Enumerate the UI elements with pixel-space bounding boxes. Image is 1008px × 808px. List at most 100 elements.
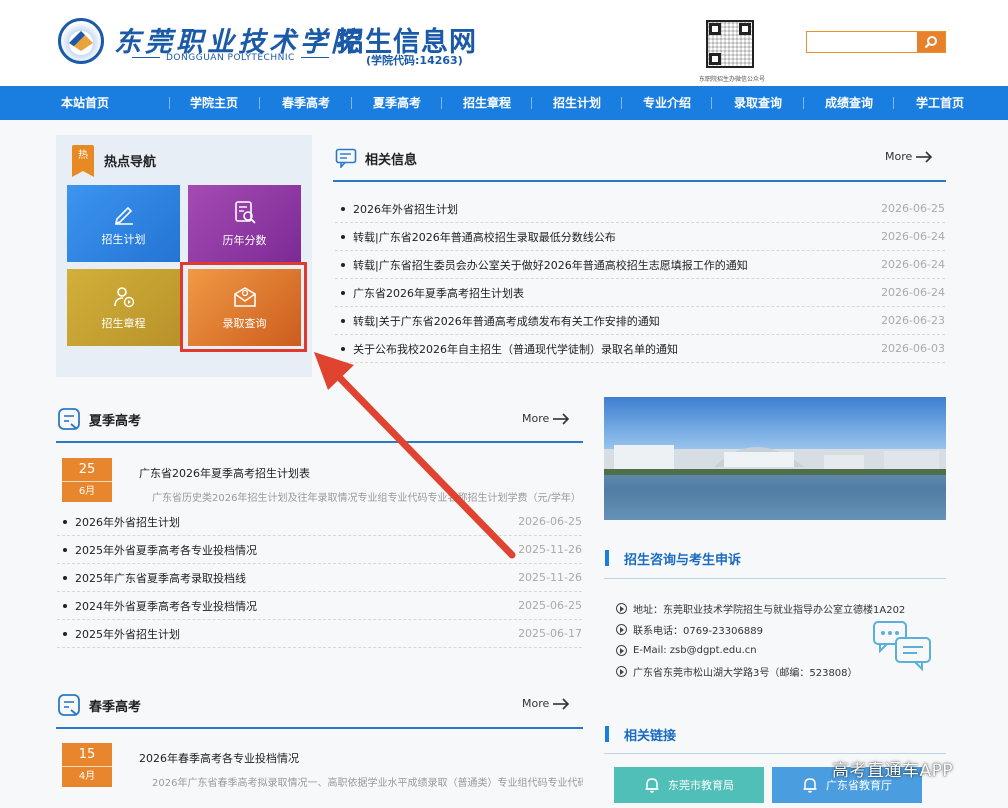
list-item[interactable]: 广东省2026年夏季高考招生计划表 2026-06-24 <box>335 279 945 307</box>
search-icon <box>924 36 937 49</box>
item-date: 2025-11-26 <box>518 543 582 556</box>
chat-bubbles-icon <box>873 621 931 672</box>
nav-charter[interactable]: 招生章程 <box>442 86 532 120</box>
watermark: 高考直通车APP <box>832 761 954 781</box>
tile-label: 招生章程 <box>101 316 146 330</box>
related-info-header: 相关信息 <box>335 148 417 168</box>
arrow-right-icon <box>916 150 933 163</box>
search-input[interactable] <box>807 32 917 52</box>
nav-summer[interactable]: 夏季高考 <box>352 86 442 120</box>
item-date: 2025-06-17 <box>518 627 582 640</box>
contact-address: 地址：东莞职业技术学院招生与就业指导办公室立德楼1A202 <box>616 598 936 619</box>
bullet-icon <box>616 666 627 677</box>
list-item[interactable]: 2025年广东省夏季高考录取投档线 2025-11-26 <box>57 564 582 592</box>
item-title: 关于公布我校2026年自主招生（普通现代学徒制）录取名单的通知 <box>353 342 678 356</box>
pencil-icon <box>114 206 133 225</box>
related-info-title: 相关信息 <box>365 152 418 168</box>
contact-text: E-Mail: zsb@dgpt.edu.cn <box>633 645 757 656</box>
summer-date-badge: 25 6月 <box>62 458 112 502</box>
more-label: More <box>522 697 550 710</box>
nav-spring[interactable]: 春季高考 <box>260 86 352 120</box>
list-item[interactable]: 2025年外省招生计划 2025-06-17 <box>57 620 582 648</box>
spring-header: 春季高考 <box>57 693 141 717</box>
related-divider <box>333 180 946 182</box>
consult-divider <box>604 578 946 579</box>
hot-badge: 热 <box>72 145 94 177</box>
date-month: 4月 <box>78 771 96 782</box>
item-title: 2025年外省招生计划 <box>75 627 180 641</box>
nav-home[interactable]: 本站首页 <box>0 86 170 120</box>
item-date: 2026-06-03 <box>881 342 945 355</box>
arrow-right-icon <box>553 697 570 710</box>
header: 东莞职业技术学院 DONGGUAN POLYTECHNIC · 招生信息网 (学… <box>0 0 1008 86</box>
doc-search-icon <box>234 200 256 224</box>
list-item[interactable]: 转载|广东省招生委员会办公室关于做好2026年普通高校招生志愿填报工作的通知 20… <box>335 251 945 279</box>
tile-past-scores[interactable]: 历年分数 <box>188 185 301 262</box>
item-title: 转载|广东省招生委员会办公室关于做好2026年普通高校招生志愿填报工作的通知 <box>353 258 748 272</box>
item-title: 转载|关于广东省2026年普通高考成绩发布有关工作安排的通知 <box>353 314 660 328</box>
list-item[interactable]: 转载|关于广东省2026年普通高考成绩发布有关工作安排的通知 2026-06-23 <box>335 307 945 335</box>
spring-date-badge: 15 4月 <box>62 743 112 787</box>
list-item[interactable]: 2026年外省招生计划 2026-06-25 <box>57 508 582 536</box>
item-date: 2026-06-24 <box>881 230 945 243</box>
contact-text: 广东省东莞市松山湖大学路3号（邮编：523808） <box>633 668 858 679</box>
tile-label: 历年分数 <box>222 233 267 247</box>
main-nav: 本站首页 学院主页 春季高考 夏季高考 招生章程 招生计划 专业介绍 录取查询 … <box>0 86 1008 120</box>
item-date: 2025-06-25 <box>518 599 582 612</box>
bullet-icon <box>616 624 627 635</box>
summer-more-link[interactable]: More <box>522 412 570 425</box>
item-date: 2026-06-25 <box>881 202 945 215</box>
link-label: 东莞市教育局 <box>668 779 734 792</box>
school-logo-icon[interactable] <box>58 18 104 64</box>
list-item[interactable]: 2026年外省招生计划 2026-06-25 <box>335 195 945 223</box>
highlight-box <box>180 262 307 352</box>
nav-majors[interactable]: 专业介绍 <box>622 86 712 120</box>
hot-nav-title: 热点导航 <box>104 155 157 170</box>
bullet-icon <box>616 645 627 656</box>
nav-admission[interactable]: 录取查询 <box>712 86 804 120</box>
search-box <box>806 31 946 53</box>
summer-divider <box>56 441 583 443</box>
item-date: 2026-06-23 <box>881 314 945 327</box>
list-item[interactable]: 2025年外省夏季高考各专业投档情况 2025-11-26 <box>57 536 582 564</box>
contact-text: 联系电话：0769-23306889 <box>633 626 763 637</box>
spring-title: 春季高考 <box>89 699 142 715</box>
consult-title: 招生咨询与考生申诉 <box>624 553 742 568</box>
spring-featured-title[interactable]: 2026年春季高考各专业投档情况 <box>139 750 299 766</box>
list-item[interactable]: 关于公布我校2026年自主招生（普通现代学徒制）录取名单的通知 2026-06-0… <box>335 335 945 363</box>
campus-photo[interactable] <box>604 397 946 520</box>
chat-icon <box>335 148 357 168</box>
nav-plan[interactable]: 招生计划 <box>532 86 622 120</box>
date-day: 25 <box>62 458 112 482</box>
summer-header: 夏季高考 <box>57 407 141 431</box>
doc-icon <box>58 694 80 716</box>
spring-featured-summary: 2026年广东省春季高考拟录取情况一、高职依据学业水平成绩录取（普通类）专业组代… <box>152 778 583 789</box>
related-more-link[interactable]: More <box>885 150 933 163</box>
links-title: 相关链接 <box>624 729 677 744</box>
search-button[interactable] <box>917 32 945 52</box>
date-month: 6月 <box>78 486 96 497</box>
nav-student[interactable]: 学工首页 <box>894 86 986 120</box>
bullet-icon <box>616 603 627 614</box>
link-dongguan-edu[interactable]: 东莞市教育局 <box>614 767 764 803</box>
item-title: 转载|广东省2026年普通高校招生录取最低分数线公布 <box>353 230 616 244</box>
list-item[interactable]: 2024年外省夏季高考各专业投档情况 2025-06-25 <box>57 592 582 620</box>
list-item[interactable]: 转载|广东省2026年普通高校招生录取最低分数线公布 2026-06-24 <box>335 223 945 251</box>
spring-more-link[interactable]: More <box>522 697 570 710</box>
item-date: 2026-06-25 <box>518 515 582 528</box>
item-title: 广东省2026年夏季高考招生计划表 <box>353 286 524 300</box>
school-code: (学院代码:14263) <box>366 54 463 67</box>
tile-charter[interactable]: 招生章程 <box>67 269 180 346</box>
links-bar <box>605 726 609 742</box>
summer-list: 2026年外省招生计划 2026-06-25 2025年外省夏季高考各专业投档情况… <box>57 508 582 648</box>
nav-college[interactable]: 学院主页 <box>168 86 260 120</box>
consult-bar <box>605 550 609 566</box>
tile-enroll-plan[interactable]: 招生计划 <box>67 185 180 262</box>
item-date: 2026-06-24 <box>881 286 945 299</box>
person-play-icon <box>113 286 134 307</box>
item-title: 2026年外省招生计划 <box>75 515 180 529</box>
doc-icon <box>58 408 80 430</box>
summer-featured-title[interactable]: 广东省2026年夏季高考招生计划表 <box>139 465 310 481</box>
qr-caption: 东职院招生办微信公众号 <box>698 76 765 83</box>
nav-score[interactable]: 成绩查询 <box>804 86 894 120</box>
